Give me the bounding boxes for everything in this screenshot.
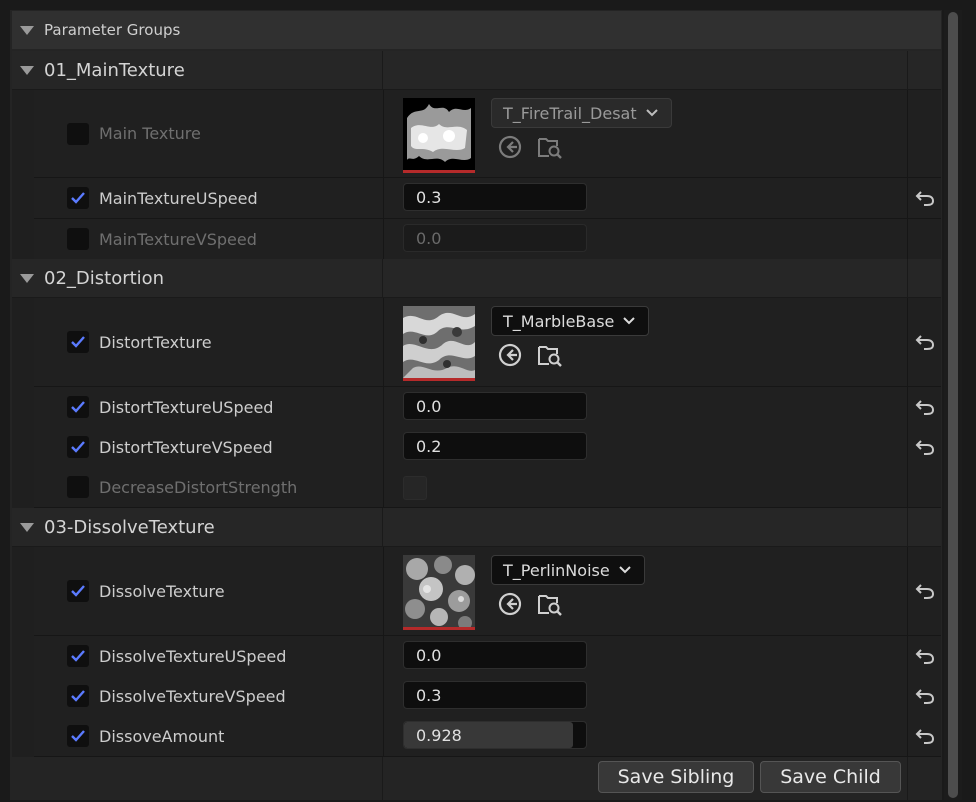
property-name: MainTextureUSpeed	[99, 188, 258, 208]
property-row: DissolveTexture T_PerlinNoise	[34, 547, 941, 636]
check-icon	[71, 192, 85, 204]
override-checkbox[interactable]	[67, 396, 89, 418]
folder-search-icon[interactable]	[537, 591, 563, 617]
property-name: DistortTexture	[99, 332, 212, 352]
check-icon	[71, 730, 85, 742]
property-row: DistortTextureVSpeed 0.2	[34, 427, 941, 468]
folder-search-icon[interactable]	[537, 134, 563, 160]
chevron-down-icon	[618, 566, 631, 574]
texture-dropdown[interactable]: T_MarbleBase	[491, 306, 650, 336]
numeric-input[interactable]: 0.3	[403, 681, 587, 709]
numeric-input[interactable]: 0.3	[403, 183, 587, 211]
override-checkbox[interactable]	[67, 580, 89, 602]
check-icon	[71, 441, 85, 453]
group-title: 01_MainTexture	[44, 59, 185, 81]
triangle-down-icon[interactable]	[20, 522, 34, 532]
texture-name: T_PerlinNoise	[503, 560, 610, 580]
reset-arrow-icon[interactable]	[915, 647, 935, 665]
override-checkbox[interactable]	[67, 725, 89, 747]
check-icon	[71, 401, 85, 413]
texture-dropdown[interactable]: T_PerlinNoise	[491, 555, 645, 585]
override-checkbox[interactable]	[67, 228, 89, 250]
property-name: DistortTextureVSpeed	[99, 437, 273, 457]
property-name: DecreaseDistortStrength	[99, 477, 298, 497]
triangle-down-icon[interactable]	[20, 273, 34, 283]
fire-trail-thumbnail	[403, 98, 475, 170]
texture-thumbnail[interactable]	[403, 555, 475, 630]
property-name: MainTextureVSpeed	[99, 229, 257, 249]
numeric-input[interactable]: 0.0	[403, 392, 587, 420]
slider-input[interactable]: 0.928	[403, 721, 587, 749]
parameter-groups-header[interactable]: Parameter Groups	[12, 11, 941, 49]
property-name: DistortTextureUSpeed	[99, 397, 274, 417]
check-icon	[71, 690, 85, 702]
property-row: DistortTextureUSpeed 0.0	[34, 387, 941, 428]
texture-name: T_FireTrail_Desat	[503, 103, 637, 123]
chevron-down-icon	[645, 109, 658, 117]
property-name: DissolveTextureVSpeed	[99, 686, 286, 706]
numeric-input[interactable]: 0.0	[403, 641, 587, 669]
check-icon	[71, 650, 85, 662]
reset-arrow-icon[interactable]	[915, 727, 935, 745]
property-name: Main Texture	[99, 124, 201, 143]
group-title: 02_Distortion	[44, 267, 165, 289]
property-row: DissolveTextureUSpeed 0.0	[34, 636, 941, 677]
override-checkbox[interactable]	[67, 187, 89, 209]
reset-arrow-icon[interactable]	[915, 582, 935, 600]
arrow-left-circle-icon[interactable]	[497, 134, 523, 160]
arrow-left-circle-icon[interactable]	[497, 591, 523, 617]
property-row: MainTextureVSpeed 0.0	[34, 219, 941, 260]
bool-checkbox[interactable]	[403, 476, 427, 500]
perlin-noise-thumbnail	[403, 555, 475, 627]
triangle-down-icon[interactable]	[20, 65, 34, 75]
texture-thumbnail[interactable]	[403, 98, 475, 173]
save-child-button[interactable]: Save Child	[760, 761, 901, 793]
vertical-scrollbar[interactable]	[944, 10, 962, 800]
save-sibling-button[interactable]: Save Sibling	[598, 761, 754, 793]
header-title: Parameter Groups	[44, 21, 181, 39]
texture-name: T_MarbleBase	[503, 311, 615, 331]
property-row: MainTextureUSpeed 0.3	[34, 178, 941, 219]
override-checkbox[interactable]	[67, 645, 89, 667]
property-row: DistortTexture T_MarbleBase	[34, 298, 941, 387]
property-name: DissolveTextureUSpeed	[99, 646, 287, 666]
details-panel: Parameter Groups 01_MainTexture Main Tex…	[0, 0, 976, 802]
marble-thumbnail	[403, 306, 475, 378]
reset-arrow-icon[interactable]	[915, 189, 935, 207]
group-header-main-texture[interactable]: 01_MainTexture	[12, 51, 941, 90]
override-checkbox[interactable]	[67, 685, 89, 707]
override-checkbox[interactable]	[67, 331, 89, 353]
folder-search-icon[interactable]	[537, 342, 563, 368]
override-checkbox[interactable]	[67, 436, 89, 458]
check-icon	[71, 585, 85, 597]
group-title: 03-DissolveTexture	[44, 516, 215, 538]
check-icon	[71, 336, 85, 348]
override-checkbox[interactable]	[67, 122, 89, 145]
scrollbar-thumb[interactable]	[948, 12, 958, 798]
override-checkbox[interactable]	[67, 476, 89, 498]
numeric-input[interactable]: 0.0	[403, 224, 587, 252]
reset-arrow-icon[interactable]	[915, 398, 935, 416]
group-header-dissolve-texture[interactable]: 03-DissolveTexture	[12, 508, 941, 547]
property-name: DissoveAmount	[99, 726, 225, 746]
texture-dropdown[interactable]: T_FireTrail_Desat	[491, 98, 672, 128]
chevron-down-icon	[623, 317, 636, 325]
property-row: DecreaseDistortStrength	[34, 467, 941, 508]
numeric-input[interactable]: 0.2	[403, 432, 587, 460]
texture-thumbnail[interactable]	[403, 306, 475, 381]
property-row: Main Texture T_FireTrail_Desat	[34, 90, 941, 178]
triangle-down-icon[interactable]	[20, 25, 34, 35]
group-header-distortion[interactable]: 02_Distortion	[12, 259, 941, 298]
reset-arrow-icon[interactable]	[915, 438, 935, 456]
property-row: DissolveTextureVSpeed 0.3	[34, 676, 941, 717]
reset-arrow-icon[interactable]	[915, 687, 935, 705]
property-name: DissolveTexture	[99, 581, 225, 601]
reset-arrow-icon[interactable]	[915, 333, 935, 351]
arrow-left-circle-icon[interactable]	[497, 342, 523, 368]
property-row: DissoveAmount 0.928	[34, 716, 941, 757]
